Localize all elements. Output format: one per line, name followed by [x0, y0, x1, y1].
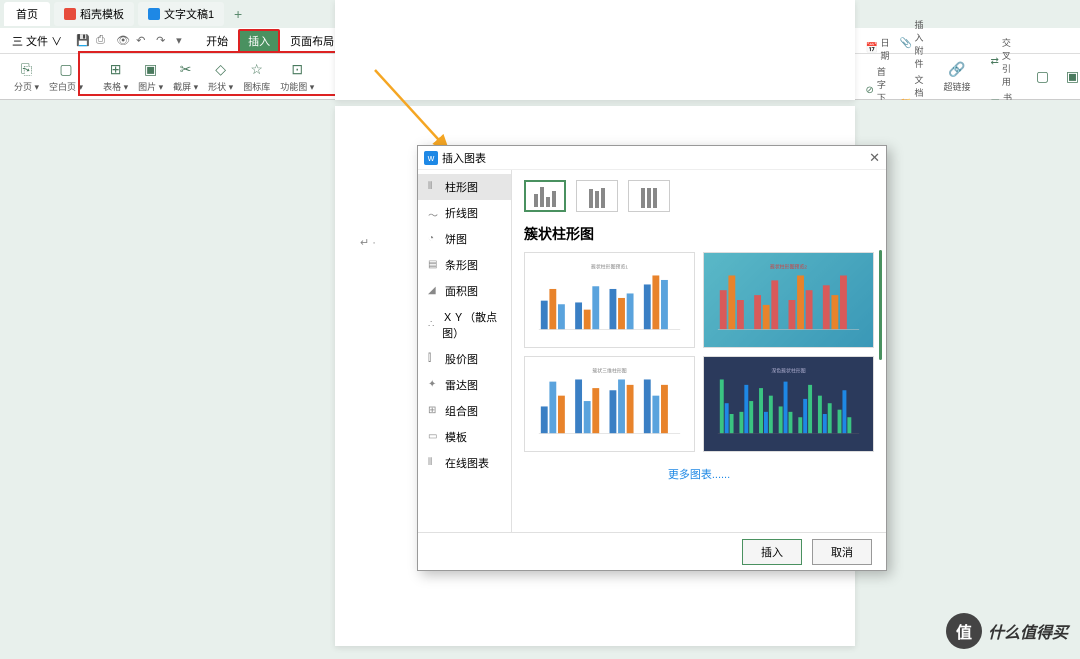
- ribbon-插入附件[interactable]: 📎插入附件: [896, 17, 928, 71]
- print-icon[interactable]: ⎙: [96, 34, 110, 48]
- ribbon-icon: ⊘: [865, 85, 873, 97]
- view-mode-button[interactable]: ▣: [1059, 56, 1080, 98]
- svg-text:簇状三维柱形图: 簇状三维柱形图: [592, 368, 626, 375]
- cancel-button[interactable]: 取消: [812, 539, 872, 565]
- chart-type-icon: ∴: [428, 319, 437, 331]
- tab-icon: [64, 8, 76, 20]
- chart-type-面积图[interactable]: ◢面积图: [418, 278, 511, 304]
- scrollbar[interactable]: [879, 250, 882, 360]
- ribbon-icon: 📅: [865, 43, 877, 55]
- undo-icon[interactable]: ↶: [136, 34, 150, 48]
- ribbon-图标库[interactable]: ☆图标库: [239, 56, 274, 98]
- chart-type-雷达图[interactable]: ✦雷达图: [418, 372, 511, 398]
- chart-type-icon: ⫴: [428, 457, 440, 469]
- chart-type-icon: ▤: [428, 259, 440, 271]
- chart-type-icon: ✦: [428, 379, 440, 391]
- preview-icon[interactable]: 👁: [116, 34, 130, 48]
- chart-type-折线图[interactable]: 〜折线图: [418, 200, 511, 226]
- ribbon-icon: ◇: [212, 61, 230, 79]
- tab-template[interactable]: 稻壳模板: [54, 2, 134, 26]
- svg-text:簇状柱形图预览2: 簇状柱形图预览2: [770, 264, 807, 271]
- tab-document[interactable]: 文字文稿1: [138, 2, 224, 26]
- ribbon-icon: ▣: [142, 61, 160, 79]
- chart-preview-2[interactable]: 簇状三维柱形图: [524, 356, 695, 452]
- subtype-clustered[interactable]: [524, 180, 566, 212]
- subtype-stacked[interactable]: [576, 180, 618, 212]
- ribbon-交叉引用[interactable]: ⇄交叉引用: [987, 35, 1019, 89]
- ribbon-icon: ⊡: [288, 61, 306, 79]
- dialog-titlebar: w 插入图表 ✕: [418, 146, 886, 170]
- ribbon-icon: ⇄: [991, 56, 999, 68]
- ribbon-icon: ✂: [177, 61, 195, 79]
- chart-preview-panel: 簇状柱形图 簇状柱形图预览1 簇状柱形图预览2 簇状三维柱形图 深色簇状柱形图 更多图…: [512, 170, 886, 532]
- more-charts-link[interactable]: 更多图表......: [524, 466, 874, 482]
- watermark: 值 什么值得买: [946, 613, 1068, 649]
- chart-type-组合图[interactable]: ⊞组合图: [418, 398, 511, 424]
- chart-type-icon: ▭: [428, 431, 440, 443]
- chart-type-条形图[interactable]: ▤条形图: [418, 252, 511, 278]
- chart-type-icon: ◢: [428, 285, 440, 297]
- tab-home[interactable]: 首页: [4, 2, 50, 26]
- ribbon-日期[interactable]: 📅日期: [861, 35, 893, 63]
- ribbon-表格[interactable]: ⊞表格 ▾: [99, 56, 132, 98]
- chart-preview-0[interactable]: 簇状柱形图预览1: [524, 252, 695, 348]
- chart-preview-3[interactable]: 深色簇状柱形图: [703, 356, 874, 452]
- chart-type-ＸＹ（散点图）[interactable]: ∴ＸＹ（散点图）: [418, 304, 511, 346]
- redo-icon[interactable]: ↷: [156, 34, 170, 48]
- ribbon-icon: ▢: [57, 61, 75, 79]
- dialog-icon: w: [424, 151, 438, 165]
- ribbon-icon: 📎: [900, 38, 912, 50]
- doc-icon: [148, 8, 160, 20]
- ribbon-icon: ⊞: [107, 61, 125, 79]
- menu-start[interactable]: 开始: [198, 29, 236, 53]
- ribbon-截屏[interactable]: ✂截屏 ▾: [169, 56, 202, 98]
- ribbon-功能图[interactable]: ⊡功能图 ▾: [276, 56, 318, 98]
- ribbon-超链接[interactable]: 🔗超链接: [940, 56, 975, 98]
- dropdown-icon[interactable]: ▾: [176, 34, 190, 48]
- menu-insert[interactable]: 插入: [238, 29, 280, 53]
- ribbon-形状[interactable]: ◇形状 ▾: [204, 56, 237, 98]
- chart-type-在线图表[interactable]: ⫴在线图表: [418, 450, 511, 476]
- svg-text:簇状柱形图预览1: 簇状柱形图预览1: [591, 264, 628, 271]
- ribbon-分页[interactable]: ⎘分页 ▾: [10, 56, 43, 98]
- section-title: 簇状柱形图: [524, 224, 874, 244]
- chart-category-sidebar: ⫴柱形图〜折线图◔饼图▤条形图◢面积图∴ＸＹ（散点图）⫿股价图✦雷达图⊞组合图▭…: [418, 170, 512, 532]
- watermark-icon: 值: [946, 613, 982, 649]
- page-prev: [335, 0, 855, 100]
- chart-type-股价图[interactable]: ⫿股价图: [418, 346, 511, 372]
- paragraph-mark-icon: ↵ ·: [360, 236, 376, 249]
- dialog-footer: 插入 取消: [418, 532, 886, 570]
- tab-label: 文字文稿1: [164, 6, 214, 22]
- dialog-title: 插入图表: [442, 150, 486, 166]
- subtype-100stacked[interactable]: [628, 180, 670, 212]
- chart-type-柱形图[interactable]: ⫴柱形图: [418, 174, 511, 200]
- chart-type-icon: ◔: [428, 233, 440, 245]
- quick-access: 💾 ⎙ 👁 ↶ ↷ ▾: [70, 34, 196, 48]
- watermark-text: 什么值得买: [988, 619, 1068, 643]
- ribbon-图片[interactable]: ▣图片 ▾: [134, 56, 167, 98]
- svg-text:深色簇状柱形图: 深色簇状柱形图: [771, 368, 805, 375]
- save-icon[interactable]: 💾: [76, 34, 90, 48]
- chart-type-饼图[interactable]: ◔饼图: [418, 226, 511, 252]
- chart-type-icon: ⫴: [428, 181, 440, 193]
- ribbon-空白页[interactable]: ▢空白页 ▾: [45, 56, 87, 98]
- insert-chart-dialog: w 插入图表 ✕ ⫴柱形图〜折线图◔饼图▤条形图◢面积图∴ＸＹ（散点图）⫿股价图…: [417, 145, 887, 571]
- chart-type-icon: 〜: [428, 207, 440, 219]
- ribbon-icon: ⎘: [18, 61, 36, 79]
- close-button[interactable]: ✕: [869, 150, 880, 166]
- chart-type-模板[interactable]: ▭模板: [418, 424, 511, 450]
- chart-type-icon: ⫿: [428, 353, 440, 365]
- chart-subtype-row: [524, 180, 874, 212]
- tab-label: 稻壳模板: [80, 6, 124, 22]
- view-mode-button[interactable]: ▢: [1029, 56, 1057, 98]
- new-tab-button[interactable]: +: [228, 4, 248, 24]
- file-menu[interactable]: 三 文件 ∨: [6, 33, 68, 49]
- chart-preview-1[interactable]: 簇状柱形图预览2: [703, 252, 874, 348]
- ribbon-icon: ☆: [248, 61, 266, 79]
- ribbon-icon: 🔗: [948, 61, 966, 79]
- chart-type-icon: ⊞: [428, 405, 440, 417]
- insert-button[interactable]: 插入: [742, 539, 802, 565]
